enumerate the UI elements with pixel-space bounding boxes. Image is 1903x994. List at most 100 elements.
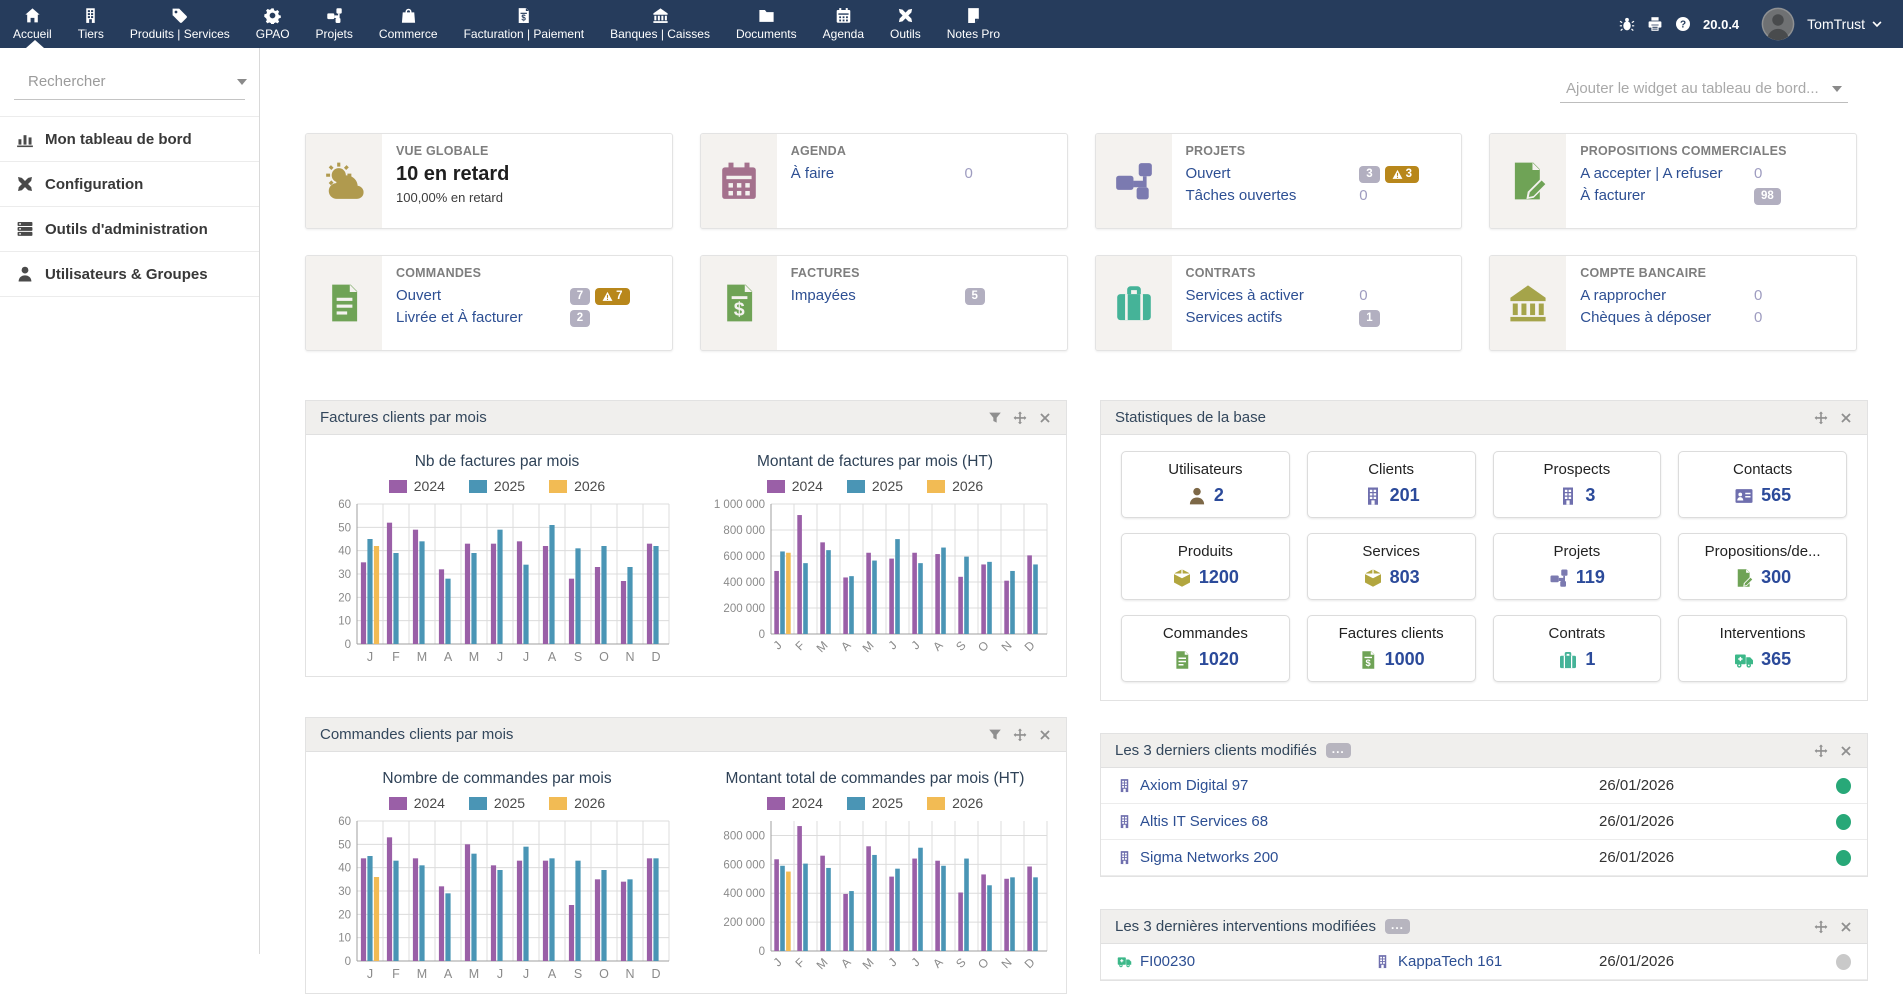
count-badge[interactable]: 98: [1754, 188, 1781, 205]
move-icon[interactable]: [1814, 920, 1828, 934]
nav-item-produits-services[interactable]: Produits | Services: [117, 0, 243, 48]
kpi-row-link[interactable]: Impayées: [791, 285, 965, 307]
legend-item: 2026: [927, 478, 983, 494]
count-badge[interactable]: 1: [1359, 310, 1379, 327]
sidebar-item-label: Configuration: [45, 176, 143, 193]
move-icon[interactable]: [1814, 411, 1828, 425]
kpi-body: AGENDAÀ faire0: [777, 134, 1067, 228]
client-link[interactable]: Altis IT Services 68: [1117, 813, 1599, 830]
legend-swatch: [847, 480, 865, 493]
client-link[interactable]: Sigma Networks 200: [1117, 849, 1599, 866]
stat-card-utilisateurs[interactable]: Utilisateurs2: [1121, 451, 1290, 518]
nav-item-documents[interactable]: Documents: [723, 0, 810, 48]
stat-card-contrats[interactable]: Contrats1: [1493, 615, 1662, 682]
add-widget-select[interactable]: Ajouter le widget au tableau de bord...: [1560, 75, 1848, 103]
late-count-badge[interactable]: 3: [1385, 166, 1419, 183]
sidebar-item-outils-d-administration[interactable]: Outils d'administration: [0, 207, 259, 252]
nav-item-projets[interactable]: Projets: [303, 0, 366, 48]
stat-card-contacts[interactable]: Contacts565: [1678, 451, 1847, 518]
more-badge[interactable]: ...: [1326, 743, 1351, 758]
kpi-row: Tâches ouvertes0: [1186, 185, 1448, 207]
filter-icon[interactable]: [988, 411, 1002, 425]
stat-card-interventions[interactable]: Interventions365: [1678, 615, 1847, 682]
close-icon[interactable]: [1038, 411, 1052, 425]
kpi-row-link[interactable]: Tâches ouvertes: [1186, 185, 1360, 207]
help-icon[interactable]: ?: [1675, 16, 1691, 32]
search-input[interactable]: [28, 73, 227, 90]
file-dollar-icon: $: [718, 282, 760, 324]
nav-item-gpao[interactable]: GPAO: [243, 0, 303, 48]
nav-item-tiers[interactable]: Tiers: [65, 0, 117, 48]
close-icon[interactable]: [1839, 744, 1853, 758]
kpi-row-link[interactable]: Ouvert: [1186, 163, 1360, 185]
stat-card-produits[interactable]: Produits1200: [1121, 533, 1290, 600]
stat-card-prospects[interactable]: Prospects3: [1493, 451, 1662, 518]
move-icon[interactable]: [1814, 744, 1828, 758]
count-badge[interactable]: 3: [1359, 166, 1379, 183]
sidebar-item-utilisateurs-groupes[interactable]: Utilisateurs & Groupes: [0, 252, 259, 297]
kpi-row-link[interactable]: Livrée et À facturer: [396, 307, 570, 329]
stat-card-projets[interactable]: Projets119: [1493, 533, 1662, 600]
kpi-row-link[interactable]: À faire: [791, 163, 965, 185]
kpi-values: 0: [1754, 285, 1842, 307]
tag-icon: [171, 7, 188, 24]
kpi-row-link[interactable]: Services actifs: [1186, 307, 1360, 329]
nav-item-label: Projets: [316, 27, 353, 41]
stat-card-commandes[interactable]: Commandes1020: [1121, 615, 1290, 682]
move-icon[interactable]: [1013, 728, 1027, 742]
kpi-row-link[interactable]: A rapprocher: [1580, 285, 1754, 307]
svg-text:10: 10: [338, 616, 351, 628]
stat-card-clients[interactable]: Clients201: [1307, 451, 1476, 518]
svg-text:M: M: [814, 638, 831, 655]
intervention-link[interactable]: FI00230: [1117, 953, 1375, 970]
late-count-badge[interactable]: 7: [595, 288, 629, 305]
sidebar-item-mon-tableau-de-bord[interactable]: Mon tableau de bord: [0, 116, 259, 162]
client-link[interactable]: Axiom Digital 97: [1117, 777, 1599, 794]
nav-item-agenda[interactable]: Agenda: [810, 0, 877, 48]
svg-text:F: F: [392, 650, 400, 664]
legend-swatch: [549, 797, 567, 810]
user-menu[interactable]: TomTrust: [1807, 16, 1883, 32]
kpi-row-link[interactable]: Services à activer: [1186, 285, 1360, 307]
svg-text:J: J: [523, 967, 529, 981]
kpi-row-link[interactable]: Chèques à déposer: [1580, 307, 1754, 329]
nav-item-label: Agenda: [823, 27, 864, 41]
kpi-row-link[interactable]: Ouvert: [396, 285, 570, 307]
avatar[interactable]: [1761, 7, 1795, 41]
stat-card-services[interactable]: Services803: [1307, 533, 1476, 600]
kpi-values: 5: [965, 288, 1053, 305]
sidebar-search: [14, 64, 245, 100]
stat-value: 803: [1312, 567, 1471, 588]
nav-item-banques-caisses[interactable]: Banques | Caisses: [597, 0, 723, 48]
count-badge[interactable]: 5: [965, 288, 985, 305]
legend-swatch: [469, 480, 487, 493]
close-icon[interactable]: [1839, 411, 1853, 425]
count-badge[interactable]: 2: [570, 310, 590, 327]
move-icon[interactable]: [1013, 411, 1027, 425]
search-caret-icon[interactable]: [237, 79, 247, 85]
nav-item-notes-pro[interactable]: Notes Pro: [934, 0, 1013, 48]
svg-text:J: J: [770, 955, 784, 969]
print-icon[interactable]: [1647, 16, 1663, 32]
close-icon[interactable]: [1038, 728, 1052, 742]
nav-item-facturation-paiement[interactable]: $Facturation | Paiement: [451, 0, 598, 48]
count-badge[interactable]: 7: [570, 288, 590, 305]
calendar-icon: [718, 160, 760, 202]
filter-icon[interactable]: [988, 728, 1002, 742]
panel-derniers-clients: Les 3 derniers clients modifiés ... Axio…: [1100, 733, 1868, 877]
kpi-row-link[interactable]: À facturer: [1580, 185, 1754, 207]
stat-card-factures-clients[interactable]: Factures clients$1000: [1307, 615, 1476, 682]
client-link[interactable]: KappaTech 161: [1375, 953, 1599, 970]
sidebar-item-configuration[interactable]: Configuration: [0, 162, 259, 207]
more-badge[interactable]: ...: [1385, 919, 1410, 934]
nav-item-outils[interactable]: Outils: [877, 0, 934, 48]
bug-report-icon[interactable]: [1619, 16, 1635, 32]
kpi-row-link[interactable]: A accepter | A refuser: [1580, 163, 1754, 185]
nav-item-commerce[interactable]: Commerce: [366, 0, 451, 48]
stat-card-propositions-de[interactable]: Propositions/de...300: [1678, 533, 1847, 600]
close-icon[interactable]: [1839, 920, 1853, 934]
kpi-values: 0: [1754, 163, 1842, 185]
bar-chart: 0102030405060JFMAMJJASOND: [317, 496, 677, 668]
status-cell: [1817, 814, 1851, 830]
svg-text:20: 20: [338, 592, 351, 604]
